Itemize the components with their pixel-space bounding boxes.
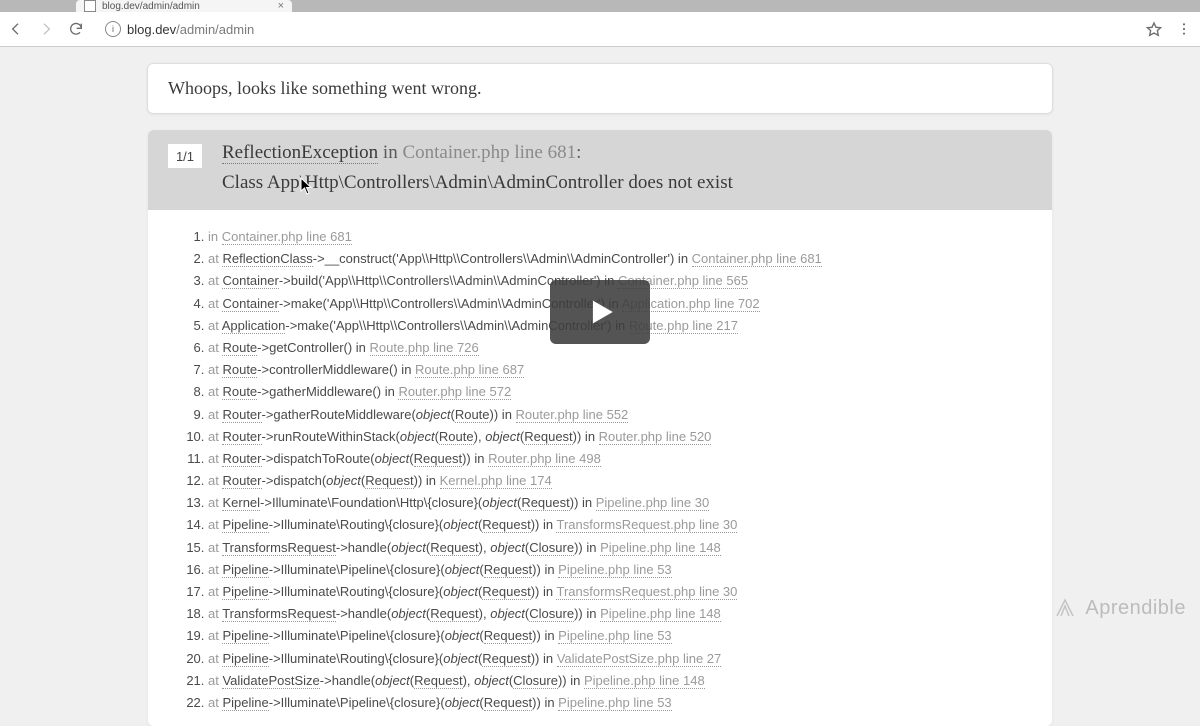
watermark: Aprendible <box>1053 596 1186 620</box>
stack-frame: at Kernel->Illuminate\Foundation\Http\{c… <box>208 494 1028 512</box>
stack-file-link[interactable]: Pipeline.php line 148 <box>600 540 721 556</box>
stack-frame: at TransformsRequest->handle(object(Requ… <box>208 539 1028 557</box>
exception-message: Class App\Http\Controllers\Admin\AdminCo… <box>222 172 1032 194</box>
stack-file-link[interactable]: TransformsRequest.php line 30 <box>556 584 737 600</box>
stack-frame: in Container.php line 681 <box>208 228 1028 246</box>
stack-file-link[interactable]: Container.php line 681 <box>222 229 352 245</box>
bookmark-star-icon[interactable] <box>1146 21 1162 37</box>
exception-file-link[interactable]: Container.php line 681 <box>402 142 576 163</box>
stack-frame: at Pipeline->Illuminate\Pipeline\{closur… <box>208 627 1028 645</box>
stack-file-link[interactable]: Router.php line 552 <box>516 407 629 423</box>
whoops-text: Whoops, looks like something went wrong. <box>148 64 1052 113</box>
stack-frame: at Route->gatherMiddleware() in Router.p… <box>208 383 1028 401</box>
menu-kebab-icon[interactable] <box>1176 21 1192 37</box>
tab-title: blog.dev/admin/admin <box>102 1 200 12</box>
stack-frame: at Route->controllerMiddleware() in Rout… <box>208 361 1028 379</box>
stack-file-link[interactable]: Route.php line 687 <box>415 362 524 378</box>
stack-file-link[interactable]: Pipeline.php line 53 <box>558 695 671 711</box>
stack-file-link[interactable]: Pipeline.php line 30 <box>596 495 709 511</box>
stack-frame: at Pipeline->Illuminate\Routing\{closure… <box>208 516 1028 534</box>
stack-file-link[interactable]: Router.php line 498 <box>488 451 601 467</box>
stack-file-link[interactable]: Pipeline.php line 148 <box>584 673 705 689</box>
exception-header: 1/1 ReflectionException in Container.php… <box>148 130 1052 210</box>
watermark-text: Aprendible <box>1085 597 1186 620</box>
back-icon[interactable] <box>8 21 24 37</box>
exception-title: ReflectionException in Container.php lin… <box>222 142 1032 164</box>
stack-frame: at Router->dispatchToRoute(object(Reques… <box>208 450 1028 468</box>
page-favicon <box>84 0 96 12</box>
stack-file-link[interactable]: ValidatePostSize.php line 27 <box>557 651 722 667</box>
exception-counter: 1/1 <box>168 144 202 168</box>
close-icon[interactable]: × <box>278 0 284 12</box>
browser-toolbar: i blog.dev/admin/admin <box>0 12 1200 47</box>
stack-file-link[interactable]: TransformsRequest.php line 30 <box>556 517 737 533</box>
watermark-logo-icon <box>1053 596 1077 620</box>
exception-name[interactable]: ReflectionException <box>222 142 378 164</box>
stack-file-link[interactable]: Router.php line 572 <box>398 384 511 400</box>
stack-frame: at Router->runRouteWithinStack(object(Ro… <box>208 428 1028 446</box>
stack-file-link[interactable]: Kernel.php line 174 <box>440 473 552 489</box>
stack-frame: at Pipeline->Illuminate\Pipeline\{closur… <box>208 694 1028 712</box>
exception-panel: 1/1 ReflectionException in Container.php… <box>148 130 1052 726</box>
stack-file-link[interactable]: Container.php line 681 <box>692 251 822 267</box>
stack-frame: at ValidatePostSize->handle(object(Reque… <box>208 672 1028 690</box>
site-info-icon[interactable]: i <box>105 21 121 37</box>
stack-frame: at Pipeline->Illuminate\Routing\{closure… <box>208 583 1028 601</box>
reload-icon[interactable] <box>68 21 84 37</box>
stack-frame: at Router->dispatch(object(Request)) in … <box>208 472 1028 490</box>
stack-file-link[interactable]: Pipeline.php line 53 <box>558 562 671 578</box>
stack-file-link[interactable]: Router.php line 520 <box>599 429 712 445</box>
stack-frame: at ReflectionClass->__construct('App\\Ht… <box>208 250 1028 268</box>
url-host: blog.dev <box>127 22 176 37</box>
url-path: /admin/admin <box>176 22 254 37</box>
browser-tab-strip: blog.dev/admin/admin × <box>0 0 1200 12</box>
stack-frame: at Pipeline->Illuminate\Routing\{closure… <box>208 650 1028 668</box>
stack-frame: at Pipeline->Illuminate\Pipeline\{closur… <box>208 561 1028 579</box>
forward-icon[interactable] <box>38 21 54 37</box>
stack-file-link[interactable]: Pipeline.php line 53 <box>558 628 671 644</box>
browser-tab[interactable]: blog.dev/admin/admin × <box>76 0 292 12</box>
video-play-button[interactable] <box>550 280 650 344</box>
stack-frame: at TransformsRequest->handle(object(Requ… <box>208 605 1028 623</box>
stack-file-link[interactable]: Pipeline.php line 148 <box>600 606 721 622</box>
address-bar[interactable]: i blog.dev/admin/admin <box>98 15 1124 43</box>
stack-frame: at Router->gatherRouteMiddleware(object(… <box>208 406 1028 424</box>
whoops-banner: Whoops, looks like something went wrong. <box>147 63 1053 114</box>
stack-file-link[interactable]: Route.php line 726 <box>370 340 479 356</box>
